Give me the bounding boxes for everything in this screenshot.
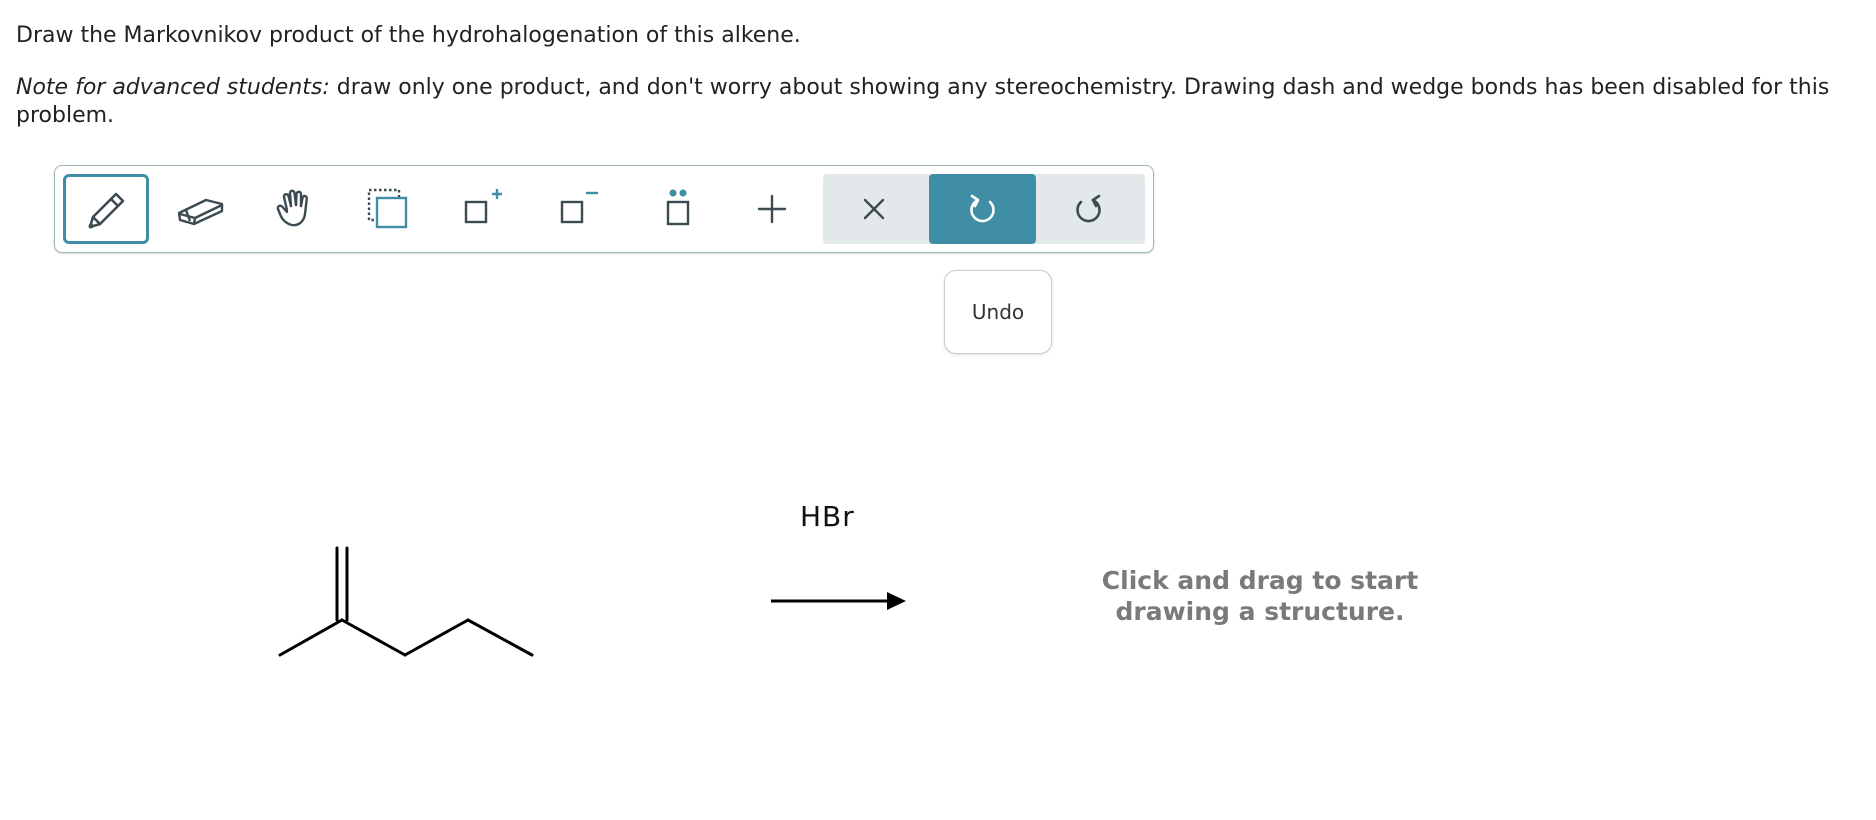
hand-icon [276,189,308,227]
undo-tooltip: Undo [944,270,1052,354]
plus-icon [757,194,787,224]
question-note: Note for advanced students: draw only on… [16,74,1856,130]
clear-button[interactable] [831,174,917,244]
canvas-hint-line1: Click and drag to start [1101,566,1419,595]
eraser-icon [177,198,224,226]
select-box-icon [367,188,408,229]
eraser-tool-button[interactable] [157,174,243,244]
canvas-hint: Click and drag to start drawing a struct… [1080,565,1440,627]
negative-charge-icon [560,191,598,224]
pencil-icon [88,192,125,229]
add-negative-charge-button[interactable] [537,174,623,244]
add-positive-charge-button[interactable] [441,174,527,244]
question-prompt: Draw the Markovnikov product of the hydr… [16,23,801,48]
positive-charge-icon [464,189,502,224]
undo-icon [969,194,995,223]
pencil-tool-button[interactable] [63,174,149,244]
reagent-label: HBr [800,500,855,533]
redo-button[interactable] [1045,174,1131,244]
drawing-toolbar [54,165,1154,253]
add-lone-pair-button[interactable] [635,174,721,244]
close-icon [863,198,885,220]
select-tool-button[interactable] [345,174,431,244]
hand-tool-button[interactable] [253,174,339,244]
undo-button[interactable] [929,174,1036,244]
drawing-canvas[interactable] [0,260,1876,820]
lone-pair-icon [666,189,690,226]
redo-icon [1076,194,1101,223]
note-label: Note for advanced students: [16,75,330,100]
add-plus-button[interactable] [729,174,815,244]
canvas-hint-line2: drawing a structure. [1115,597,1405,626]
